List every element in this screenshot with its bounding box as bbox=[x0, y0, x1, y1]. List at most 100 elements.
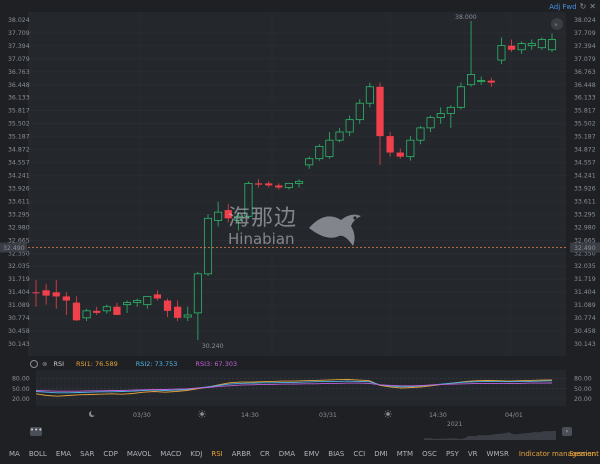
close-icon[interactable]: ⊗ bbox=[42, 360, 47, 368]
tab-mtm[interactable]: MTM bbox=[397, 450, 413, 458]
tab-macd[interactable]: MACD bbox=[160, 450, 181, 458]
candle-body-down bbox=[507, 45, 516, 50]
tab-dma[interactable]: DMA bbox=[279, 450, 295, 458]
candle-body-up bbox=[517, 43, 526, 51]
rsi-legend-bar: ⊗ RSI RSI1: 76.589 RSI2: 73.753 RSI3: 67… bbox=[0, 358, 600, 370]
refresh-icon[interactable]: ↻ bbox=[580, 2, 587, 11]
rsi-level-right: 80.00 bbox=[574, 376, 592, 383]
candle bbox=[456, 82, 465, 110]
candle-body-down bbox=[386, 136, 394, 153]
price-tick-left: 31.404 bbox=[8, 289, 30, 296]
adjust-forward-toggle[interactable]: Adj Fwd bbox=[549, 3, 576, 11]
high-price-label: 38.000 bbox=[455, 14, 477, 21]
price-tick-right: 31.719 bbox=[574, 276, 596, 283]
price-tick-right: 33.611 bbox=[574, 198, 596, 205]
candle-body-down bbox=[153, 294, 162, 299]
scroll-handle[interactable]: ••• bbox=[30, 427, 42, 436]
price-tick-right: 36.763 bbox=[574, 69, 596, 76]
tab-sar[interactable]: SAR bbox=[80, 450, 94, 458]
tab-ma[interactable]: MA bbox=[9, 450, 20, 458]
candle-body-down bbox=[52, 292, 60, 297]
tab-psy[interactable]: PSY bbox=[446, 450, 459, 458]
candle-body-up bbox=[426, 117, 435, 129]
year-label: 2021 bbox=[447, 421, 463, 428]
close-icon[interactable]: ✕ bbox=[589, 2, 596, 11]
chart-plot-area bbox=[28, 12, 566, 356]
session-link[interactable]: Session bbox=[569, 450, 596, 458]
candle-body-up bbox=[446, 106, 455, 114]
sun-icon-ray bbox=[384, 410, 387, 413]
current-price-tag-left: 32.490 bbox=[3, 245, 25, 252]
price-tick-left: 35.187 bbox=[8, 134, 30, 141]
rsi-chart[interactable]: 80.00 80.00 50.00 50.00 20.00 20.00 03/30 14:30… bbox=[0, 370, 600, 420]
candle-body-up bbox=[325, 139, 334, 158]
candle-body-up bbox=[365, 86, 374, 104]
indicator-tabs: MA BOLL EMA SAR CDP MAVOL MACD KDJ RSI ARBR CR DMA E… bbox=[0, 446, 600, 462]
price-tick-right: 30.143 bbox=[574, 341, 596, 348]
time-label: 14:30 bbox=[429, 412, 447, 419]
tab-ema[interactable]: EMA bbox=[56, 450, 71, 458]
sun-icon bbox=[198, 410, 206, 418]
price-tick-right: 36.448 bbox=[574, 82, 596, 89]
tab-arbr[interactable]: ARBR bbox=[232, 450, 251, 458]
tab-kdj[interactable]: KDJ bbox=[190, 450, 202, 458]
rsi2-value: RSI2: 73.753 bbox=[135, 360, 178, 368]
tab-osc[interactable]: OSC bbox=[422, 450, 437, 458]
price-tick-left: 30.774 bbox=[8, 315, 30, 322]
candle-body-up bbox=[214, 211, 223, 221]
scroll-right-arrow[interactable]: › bbox=[562, 427, 572, 436]
rsi-plot-area bbox=[36, 370, 566, 406]
low-price-label: 30.240 bbox=[202, 343, 224, 350]
candle-body-down bbox=[275, 185, 283, 188]
price-tick-right: 32.035 bbox=[574, 263, 596, 270]
price-tick-left: 34.241 bbox=[8, 173, 30, 180]
candle-body-down bbox=[376, 86, 384, 137]
price-tick-left: 32.035 bbox=[8, 263, 30, 270]
price-tick-right: 31.404 bbox=[574, 289, 596, 296]
candle-body-down bbox=[487, 80, 495, 83]
tab-emv[interactable]: EMV bbox=[304, 450, 319, 458]
candle bbox=[203, 214, 213, 276]
tab-wmsr[interactable]: WMSR bbox=[487, 450, 509, 458]
rsi-level-left: 80.00 bbox=[12, 376, 30, 383]
price-tick-left: 33.611 bbox=[8, 198, 30, 205]
candle-body-up bbox=[467, 74, 476, 86]
candle-body-up bbox=[416, 127, 425, 141]
time-scrollbar[interactable]: ••• 2021 › bbox=[0, 421, 600, 443]
tab-cr[interactable]: CR bbox=[260, 450, 270, 458]
tab-boll[interactable]: BOLL bbox=[29, 450, 47, 458]
price-tick-left: 31.089 bbox=[8, 302, 30, 309]
candle-body-down bbox=[93, 310, 101, 313]
tab-cdp[interactable]: CDP bbox=[103, 450, 118, 458]
price-tick-left: 35.817 bbox=[8, 108, 30, 115]
tab-dmi[interactable]: DMI bbox=[374, 450, 388, 458]
gear-icon[interactable] bbox=[30, 360, 38, 368]
watermark: 海那边 Hinabian bbox=[228, 206, 369, 250]
time-label: 03/30 bbox=[133, 412, 151, 419]
candle-body-up bbox=[123, 302, 132, 306]
price-tick-left: 36.448 bbox=[8, 82, 30, 89]
price-tick-right: 30.774 bbox=[574, 315, 596, 322]
tab-cci[interactable]: CCI bbox=[353, 450, 365, 458]
candle-body-up bbox=[537, 39, 546, 49]
tab-mavol[interactable]: MAVOL bbox=[127, 450, 151, 458]
candle-body-down bbox=[113, 306, 121, 315]
tab-vr[interactable]: VR bbox=[468, 450, 478, 458]
sun-icon-ray bbox=[384, 415, 387, 418]
tab-bias[interactable]: BIAS bbox=[328, 450, 344, 458]
sun-icon bbox=[384, 410, 392, 418]
expand-chevron-icon[interactable]: » bbox=[554, 22, 558, 29]
price-tick-left: 31.719 bbox=[8, 276, 30, 283]
sun-icon-core bbox=[200, 412, 204, 416]
price-tick-left: 30.143 bbox=[8, 341, 30, 348]
candle-body-up bbox=[335, 131, 344, 141]
sun-icon-ray bbox=[203, 415, 206, 418]
price-tick-right: 35.502 bbox=[574, 121, 596, 128]
candle-body-up bbox=[82, 310, 91, 319]
rsi-level-right: 20.00 bbox=[574, 396, 592, 403]
tab-rsi[interactable]: RSI bbox=[211, 450, 222, 458]
candlestick-chart[interactable]: 38.024 38.024 37.709 37.709 37.394 37.394 37.0… bbox=[0, 0, 600, 356]
price-tick-left: 33.926 bbox=[8, 185, 30, 192]
rsi-title: RSI bbox=[53, 360, 65, 368]
moon-icon bbox=[89, 410, 97, 417]
